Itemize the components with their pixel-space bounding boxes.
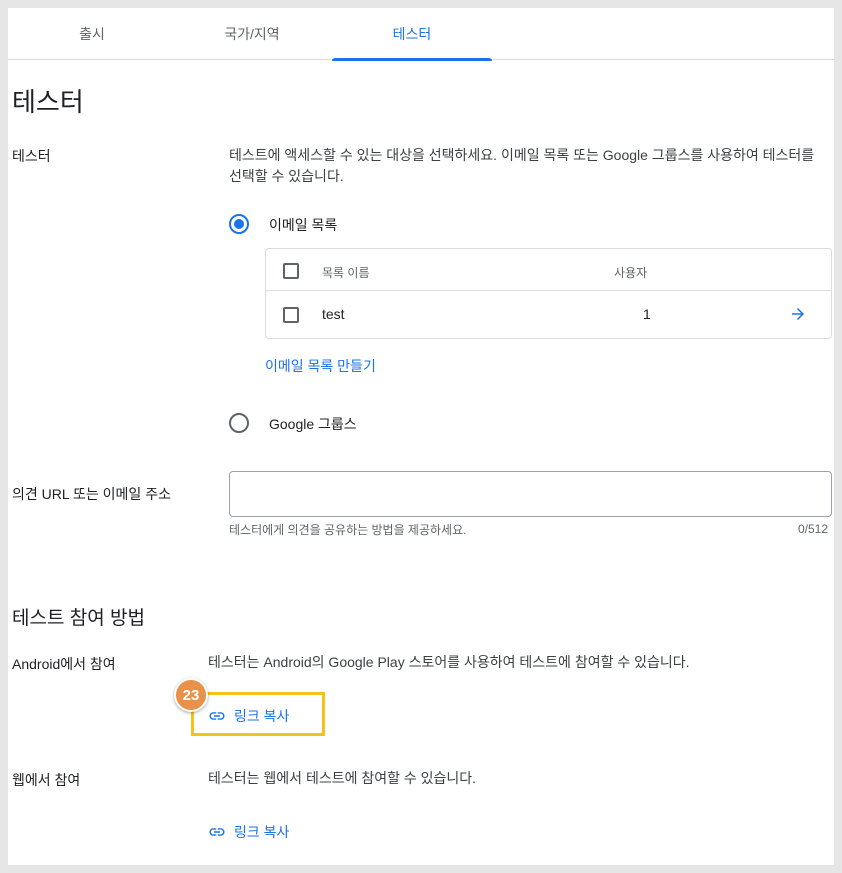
column-header-name: 목록 이름: [322, 266, 370, 280]
row-checkbox[interactable]: [283, 307, 299, 323]
link-icon: [209, 828, 225, 836]
column-header-users: 사용자: [614, 266, 648, 280]
tab-release[interactable]: 출시: [12, 8, 172, 60]
row-list-name: test: [322, 306, 345, 322]
page-frame: 출시 국가/지역 테스터 테스터 테스터 테스트에 액세스할 수 있는 대상을 …: [8, 8, 834, 865]
how-to-join-title: 테스트 참여 방법: [12, 608, 145, 629]
tab-countries[interactable]: 국가/지역: [172, 8, 332, 60]
link-icon: [209, 712, 225, 720]
feedback-label: 의견 URL 또는 이메일 주소: [12, 486, 171, 502]
android-join-label: Android에서 참여: [12, 656, 116, 672]
select-all-checkbox[interactable]: [283, 263, 299, 279]
feedback-helper-text: 테스터에게 의견을 공유하는 방법을 제공하세요.: [229, 523, 467, 537]
email-list-table: 목록 이름 사용자 test 1: [265, 248, 832, 339]
web-copy-link-label: 링크 복사: [234, 824, 290, 840]
web-join-description: 테스터는 웹에서 테스트에 참여할 수 있습니다.: [208, 770, 477, 786]
feedback-input[interactable]: [229, 471, 832, 517]
tab-testers[interactable]: 테스터: [332, 8, 492, 61]
arrow-right-icon[interactable]: [789, 305, 807, 323]
row-user-count: 1: [643, 306, 651, 322]
web-join-label: 웹에서 참여: [12, 772, 81, 788]
android-copy-link-label: 링크 복사: [234, 708, 290, 724]
radio-email-list-label: 이메일 목록: [269, 217, 338, 233]
feedback-char-counter: 0/512: [798, 522, 829, 536]
android-join-description: 테스터는 Android의 Google Play 스토어를 사용하여 테스트에…: [208, 654, 690, 670]
android-copy-link-button[interactable]: 링크 복사: [208, 706, 289, 726]
radio-email-list[interactable]: [229, 214, 249, 234]
radio-google-groups[interactable]: [229, 413, 249, 433]
radio-google-groups-label: Google 그룹스: [269, 416, 357, 432]
web-copy-link-button[interactable]: 링크 복사: [208, 822, 289, 842]
row-divider: [266, 290, 831, 291]
tab-bar: 출시 국가/지역 테스터: [8, 8, 834, 61]
create-email-list-link[interactable]: 이메일 목록 만들기: [265, 356, 376, 376]
step-badge: 23: [174, 678, 208, 712]
testers-description: 테스트에 액세스할 수 있는 대상을 선택하세요. 이메일 목록 또는 Goog…: [229, 147, 815, 184]
testers-label: 테스터: [12, 148, 51, 164]
page-title: 테스터: [12, 87, 84, 117]
